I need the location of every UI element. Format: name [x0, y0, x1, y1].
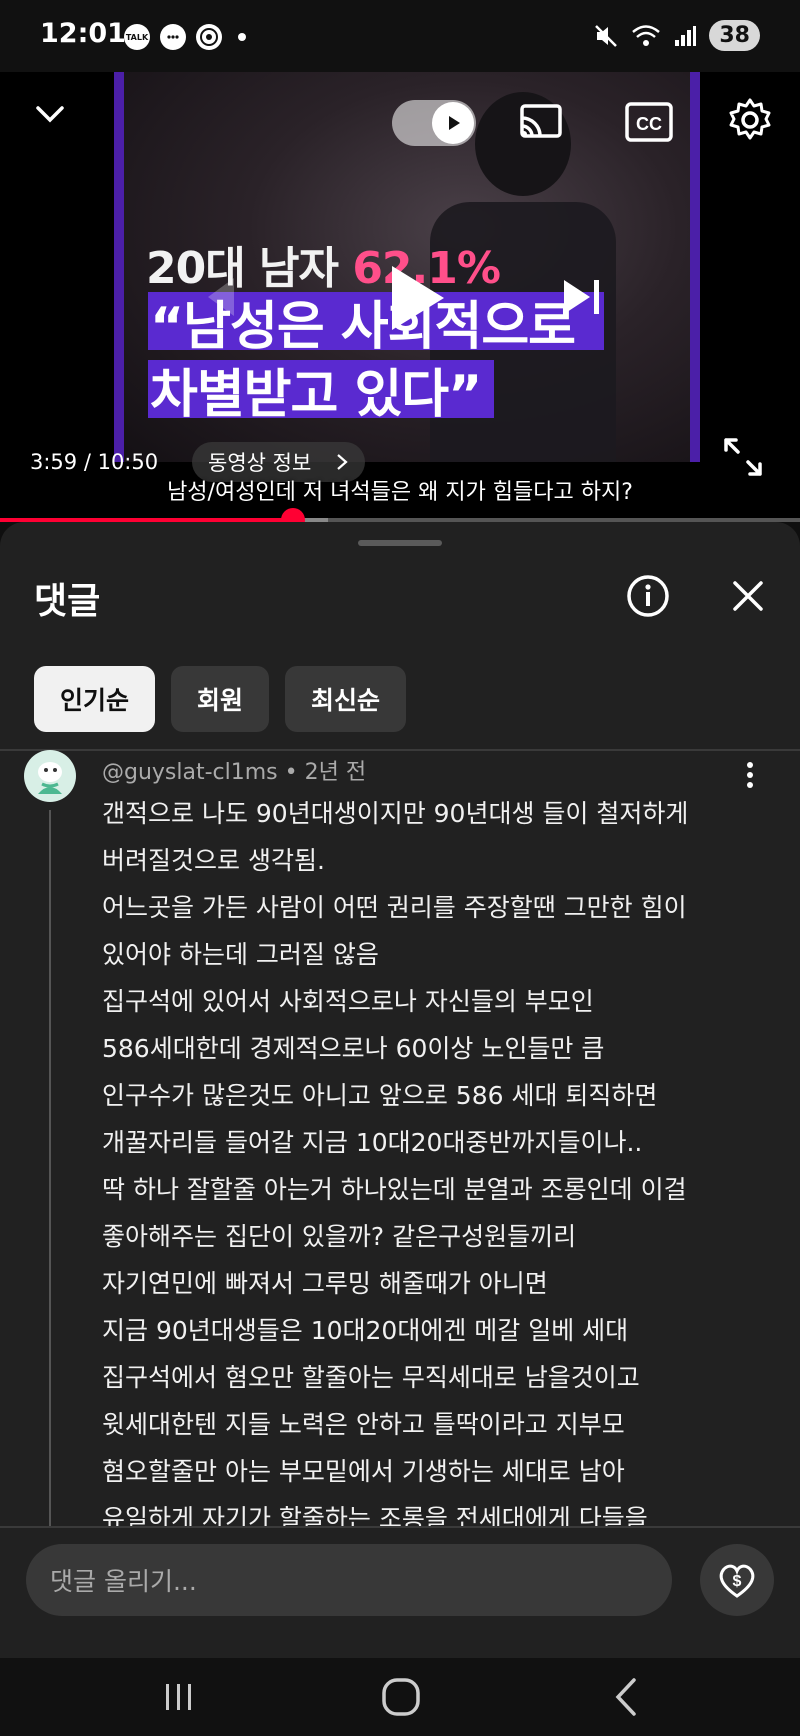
svg-text:$: $ [733, 1573, 742, 1590]
comment-line: 586세대한데 경제적으로나 60이상 노인들만 큼 [102, 1034, 605, 1063]
comment-time: 2년 전 [304, 760, 367, 785]
fullscreen-icon[interactable] [722, 436, 764, 478]
divider [0, 749, 800, 751]
comment-line: 좋아해주는 집단이 있을까? 같은구성원들끼리 [102, 1222, 577, 1251]
comment-line: 있어야 하는데 그러질 않음 [102, 940, 379, 969]
comment-line: 갠적으로 나도 90년대생이지만 90년대생 들이 철저하게 [102, 799, 689, 828]
playback-time: 3:59 / 10:50 [30, 450, 159, 474]
comment-line: 딱 하나 잘할줄 아는거 하나있는데 분열과 조롱인데 이걸 [102, 1175, 687, 1204]
play-icon[interactable] [374, 258, 454, 338]
system-status-icons: 38 [593, 20, 760, 51]
comment-line: 집구석에 있어서 사회적으로나 자신들의 부모인 [102, 987, 594, 1016]
comment-meta: @guyslat-cl1ms • 2년 전 [102, 754, 366, 786]
comment-author[interactable]: @guyslat-cl1ms [102, 760, 278, 785]
captions-icon[interactable]: CC [624, 100, 674, 144]
chip-top[interactable]: 인기순 [34, 666, 156, 732]
android-nav-bar [0, 1658, 800, 1736]
comment-line: 집구석에서 혐오만 할줄아는 무직세대로 남을것이고 [102, 1363, 640, 1392]
recent-apps-icon[interactable] [154, 1672, 204, 1722]
chevron-right-icon [337, 454, 348, 470]
battery-indicator: 38 [709, 20, 760, 51]
comment-line: 자기연민에 빠져서 그루밍 해줄때가 아니면 [102, 1269, 548, 1298]
cast-icon[interactable] [518, 100, 564, 146]
chrome-icon [196, 24, 222, 50]
play-small-icon [432, 102, 474, 144]
sort-chips: 인기순 회원 최신순 [34, 666, 407, 732]
comment-text: 갠적으로 나도 90년대생이지만 90년대생 들이 철저하게 버려질것으로 생각… [102, 790, 752, 1542]
video-player[interactable]: 20대 남자 62.1% “남성은 사회적으로 차별받고 있다” CC 3:59… [0, 72, 800, 522]
wifi-icon [632, 24, 661, 46]
comment-compose-bar: 댓글 올리기... $ [0, 1526, 800, 1736]
more-notifications-dot [238, 33, 246, 41]
chat-bubble-icon [160, 24, 186, 50]
settings-gear-icon[interactable] [726, 96, 774, 144]
info-icon[interactable] [626, 574, 670, 618]
video-subtitle: 남성/여성인데 저 녀석들은 왜 지가 힘들다고 하지? [167, 480, 633, 505]
comment-line: 지금 90년대생들은 10대20대에겐 메갈 일베 세대 [102, 1316, 629, 1345]
chip-members[interactable]: 회원 [171, 666, 270, 732]
comment-line: 어느곳을 가든 사람이 어떤 권리를 주장할땐 그만한 힘이 [102, 893, 687, 922]
drag-handle[interactable] [358, 540, 442, 546]
collapse-chevron-icon[interactable] [30, 94, 70, 134]
more-vert-icon[interactable] [738, 760, 762, 790]
panel-title: 댓글 [34, 581, 101, 622]
talk-icon: TALK [124, 24, 150, 50]
svg-text:CC: CC [636, 114, 662, 134]
progress-scrubber[interactable] [280, 508, 305, 522]
thanks-button[interactable]: $ [700, 1544, 774, 1616]
comment-line: 혐오할줄만 아는 부모밑에서 기생하는 세대로 남아 [102, 1457, 625, 1486]
home-icon[interactable] [376, 1672, 426, 1722]
autoplay-toggle[interactable] [392, 100, 476, 146]
notification-icons: TALK [124, 24, 246, 50]
back-icon[interactable] [602, 1672, 652, 1722]
video-caption-line3: 차별받고 있다” [150, 365, 482, 425]
meta-separator: • [284, 760, 305, 785]
heart-dollar-icon: $ [719, 1564, 755, 1598]
comment-line: 버려질것으로 생각됨. [102, 846, 325, 875]
comment-line: 개꿀자리들 들어갈 지금 10대20대중반까지들이나.. [102, 1128, 643, 1157]
close-icon[interactable] [730, 578, 766, 614]
comment-input[interactable]: 댓글 올리기... [26, 1544, 672, 1616]
previous-icon [208, 278, 234, 316]
status-time: 12:01 [40, 18, 126, 49]
status-bar: 12:01 TALK 38 [0, 0, 800, 72]
avatar[interactable] [24, 750, 76, 802]
comment-line: 윗세대한텐 지들 노력은 안하고 틀딱이라고 지부모 [102, 1410, 625, 1439]
next-icon[interactable] [556, 272, 606, 322]
signal-icon [675, 25, 697, 46]
chip-newest[interactable]: 최신순 [285, 666, 407, 732]
mute-icon [595, 24, 618, 47]
video-info-label: 동영상 정보 [208, 451, 312, 475]
comment-line: 인구수가 많은것도 아니고 앞으로 586 세대 퇴직하면 [102, 1081, 658, 1110]
thread-line [49, 810, 51, 1530]
